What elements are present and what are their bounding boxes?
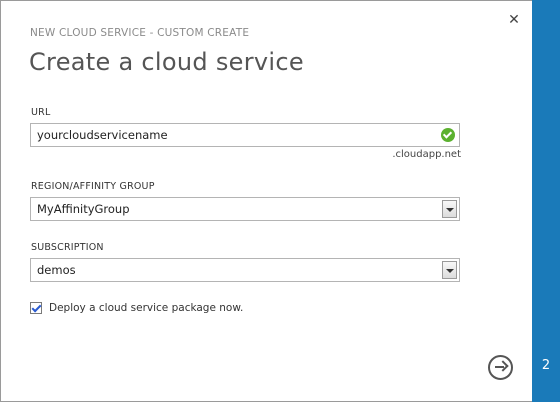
region-label: REGION/AFFINITY GROUP xyxy=(31,181,155,192)
chevron-down-icon[interactable] xyxy=(442,261,457,279)
subscription-label: SUBSCRIPTION xyxy=(31,242,104,253)
close-icon[interactable]: ✕ xyxy=(507,12,521,28)
step-indicator-bar xyxy=(532,0,560,402)
dialog-title: Create a cloud service xyxy=(29,48,304,76)
url-suffix: .cloudapp.net xyxy=(392,149,461,160)
next-arrow-icon[interactable] xyxy=(488,355,513,380)
region-select[interactable]: MyAffinityGroup xyxy=(30,197,460,221)
region-selected-value: MyAffinityGroup xyxy=(37,202,130,216)
dialog-subtitle: NEW CLOUD SERVICE - CUSTOM CREATE xyxy=(30,27,250,39)
subscription-selected-value: demos xyxy=(37,263,76,277)
deploy-package-label[interactable]: Deploy a cloud service package now. xyxy=(49,302,243,314)
url-label: URL xyxy=(31,107,51,118)
valid-check-icon xyxy=(441,128,455,142)
subscription-select[interactable]: demos xyxy=(30,258,460,282)
step-number: 2 xyxy=(541,358,551,373)
url-input[interactable]: yourcloudservicename xyxy=(30,123,460,147)
deploy-package-checkbox[interactable] xyxy=(30,302,42,314)
create-cloud-service-dialog: ✕ NEW CLOUD SERVICE - CUSTOM CREATE Crea… xyxy=(0,0,560,402)
url-input-value: yourcloudservicename xyxy=(37,128,168,142)
chevron-down-icon[interactable] xyxy=(442,200,457,218)
